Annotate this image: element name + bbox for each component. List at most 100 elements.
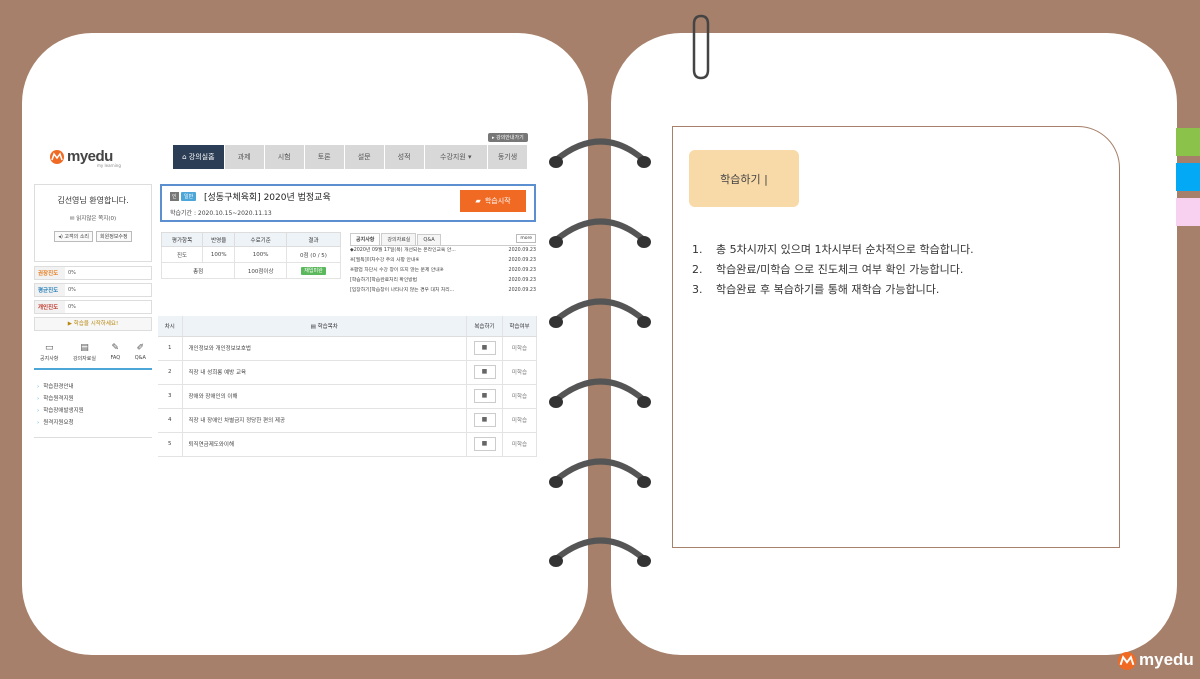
- progress-value: 0%: [65, 267, 151, 279]
- list-item: 3. 학습완료 후 복습하기를 통해 재학습 가능합니다.: [692, 280, 974, 300]
- side-tab-pink[interactable]: [1176, 198, 1200, 226]
- chapter-header: 복습하기: [466, 316, 503, 337]
- chapter-table: 차시 ▤ 학습목차 복습하기 학습여부 1 개인정보와 개인정보보호법 ■ 미학…: [158, 316, 537, 457]
- video-camera-icon[interactable]: ■: [473, 341, 496, 355]
- course-header: 인 일반 [성동구체육회] 2020년 법정교육 학습기간 : 2020.10.…: [160, 184, 536, 222]
- nav-support[interactable]: 수강지원 ▾: [424, 145, 487, 169]
- notice-date: 2020.09.23: [508, 278, 536, 283]
- more-button[interactable]: more: [516, 234, 536, 243]
- chapter-num: 4: [158, 408, 183, 433]
- quick-label: 강의자료실: [72, 356, 96, 362]
- course-tag: 인: [170, 192, 179, 201]
- status-badge: 재입미완: [301, 267, 326, 275]
- item-number: 3.: [692, 283, 703, 296]
- progress-value: 0%: [65, 301, 151, 313]
- nav-exam[interactable]: 시험: [264, 145, 304, 169]
- logo-sub: my learning: [97, 163, 121, 168]
- folder-icon: ▤: [80, 343, 89, 353]
- nav-home[interactable]: ⌂ 강의실홈: [173, 145, 224, 169]
- chapter-header: 차시: [158, 316, 183, 337]
- binder-ring-icon: [549, 458, 651, 488]
- menu-item[interactable]: 학습환경안내: [34, 381, 152, 393]
- table-row: 5 퇴직연금제도와이해 ■ 미학습: [158, 432, 537, 457]
- folder-open-icon: ▰: [475, 197, 481, 205]
- tab-materials[interactable]: 강의자료실: [381, 233, 417, 245]
- chapter-title: 직장 내 장애인 차별금지 정당한 편의 제공: [182, 408, 467, 433]
- side-tab-green[interactable]: [1176, 128, 1200, 156]
- instruction-list: 1. 총 5차시까지 있으며 1차시부터 순차적으로 학습합니다. 2. 학습완료/…: [692, 240, 974, 300]
- chapter-title: 개인정보와 개인정보보호법: [182, 336, 467, 361]
- chapter-status: 미학습: [502, 432, 537, 457]
- home-icon: ⌂: [182, 153, 189, 161]
- tab-notice[interactable]: 공지사항: [350, 233, 381, 245]
- progress-label: 권장진도: [38, 271, 59, 277]
- review-cell: ■: [466, 384, 503, 409]
- menu-item[interactable]: 학습장애발생지원: [34, 405, 152, 417]
- review-cell: ■: [466, 432, 503, 457]
- video-camera-icon[interactable]: ■: [473, 365, 496, 379]
- quick-materials[interactable]: ▤ 강의자료실: [73, 343, 96, 362]
- menu-item[interactable]: 원격지원요청: [34, 417, 152, 429]
- video-camera-icon[interactable]: ■: [473, 437, 496, 451]
- list-item[interactable]: ◆2020년 09월 17일(목) 개선되는 온라인교육 안... 2020.09…: [350, 246, 536, 256]
- notice-title: ※팝업 차단시 수강 창이 뜨지 않는 문제 안내※: [350, 268, 444, 273]
- notice-date: 2020.09.23: [508, 268, 536, 273]
- eval-cell: 0점 (0 / 5): [285, 246, 342, 263]
- menu-item[interactable]: 학습원격지원: [34, 393, 152, 405]
- quick-notice[interactable]: ▭ 공지사항: [40, 343, 58, 362]
- nav-classmates[interactable]: 동기생: [487, 145, 527, 169]
- nav-assignment[interactable]: 과제: [224, 145, 264, 169]
- nav-discussion[interactable]: 토론: [304, 145, 344, 169]
- main-nav: ⌂ 강의실홈 과제 시험 토론 설문 성적 수강지원 ▾ 동기생: [173, 145, 527, 169]
- myedu-logo[interactable]: myedu my learning: [49, 147, 129, 169]
- notice-title: ◆2020년 09월 17일(목) 개선되는 온라인교육 안...: [350, 248, 456, 253]
- item-text: 학습완료/미학습 으로 진도체크 여부 확인 가능합니다.: [716, 263, 964, 276]
- list-item[interactable]: [학습하기]학습완료처리 확인방법 2020.09.23: [350, 276, 536, 286]
- left-page: myedu my learning ▸ 강의안내가기 ⌂ 강의실홈 과제 시험 …: [22, 33, 588, 655]
- eval-cell: 재입미완: [285, 262, 342, 279]
- quick-label: 공지사항: [40, 356, 59, 362]
- course-title: [성동구체육회] 2020년 법정교육: [204, 193, 331, 203]
- board-panel: 공지사항 강의자료실 Q&A more ◆2020년 09월 17일(목) 개선…: [350, 232, 536, 296]
- binder-ring-icon: [549, 537, 651, 567]
- review-cell: ■: [466, 360, 503, 385]
- edit-profile-button[interactable]: 회원정보수정: [96, 231, 132, 242]
- unread-messages-link[interactable]: ✉ 읽지않은 쪽지(0): [35, 214, 151, 222]
- customer-voice-button[interactable]: ◂) 고객의 소리: [54, 231, 94, 242]
- quick-qna[interactable]: ✐ Q&A: [135, 343, 146, 362]
- list-item[interactable]: [입장하기]학습창이 나타나지 않는 경우 대처 처리... 2020.09.23: [350, 286, 536, 296]
- review-cell: ■: [466, 336, 503, 361]
- table-row: 진도 100% 100% 0점 (0 / 5): [160, 246, 342, 263]
- nav-label: 강의실홈: [188, 153, 215, 161]
- eval-header: 수료기준: [234, 232, 287, 247]
- video-camera-icon[interactable]: ■: [473, 389, 496, 403]
- chapter-header: 학습여부: [502, 316, 537, 337]
- nav-survey[interactable]: 설문: [344, 145, 384, 169]
- nav-grades[interactable]: 성적: [384, 145, 424, 169]
- course-guide-button[interactable]: ▸ 강의안내가기: [488, 133, 528, 142]
- notice-date: 2020.09.23: [508, 248, 536, 253]
- side-tab-blue[interactable]: [1176, 163, 1200, 191]
- progress-row: 평균진도 0%: [34, 283, 152, 297]
- progress-label: 평균진도: [38, 288, 59, 294]
- list-item[interactable]: ※[필독]미처수강 주의 사항 안내※ 2020.09.23: [350, 256, 536, 266]
- start-learning-button[interactable]: ▰ 학습시작: [460, 190, 526, 212]
- list-item[interactable]: ※팝업 차단시 수강 창이 뜨지 않는 문제 안내※ 2020.09.23: [350, 266, 536, 276]
- notice-title: ※[필독]미처수강 주의 사항 안내※: [350, 258, 420, 263]
- eval-cell: 진도: [160, 246, 204, 263]
- chapter-title: 장애와 장애인의 이해: [182, 384, 467, 409]
- table-row: 총점 100점이상 재입미완: [160, 262, 342, 279]
- notice-title: [입장하기]학습창이 나타나지 않는 경우 대처 처리...: [350, 288, 455, 293]
- tab-qna[interactable]: Q&A: [417, 234, 441, 245]
- microphone-icon: ✎: [111, 343, 120, 353]
- quick-faq[interactable]: ✎ FAQ: [110, 343, 120, 362]
- chapter-title: 직장 내 성희롱 예방 교육: [182, 360, 467, 385]
- footer-logo: myedu: [1116, 650, 1196, 675]
- welcome-name: 김선영님 환영합니다.: [57, 196, 129, 205]
- progress-value: 0%: [65, 284, 151, 296]
- list-item: 1. 총 5차시까지 있으며 1차시부터 순차적으로 학습합니다.: [692, 240, 974, 260]
- video-camera-icon[interactable]: ■: [473, 413, 496, 427]
- progress-row: 권장진도 0%: [34, 266, 152, 280]
- quick-links: ▭ 공지사항 ▤ 강의자료실 ✎ FAQ ✐ Q&A: [34, 343, 152, 370]
- chapter-status: 미학습: [502, 384, 537, 409]
